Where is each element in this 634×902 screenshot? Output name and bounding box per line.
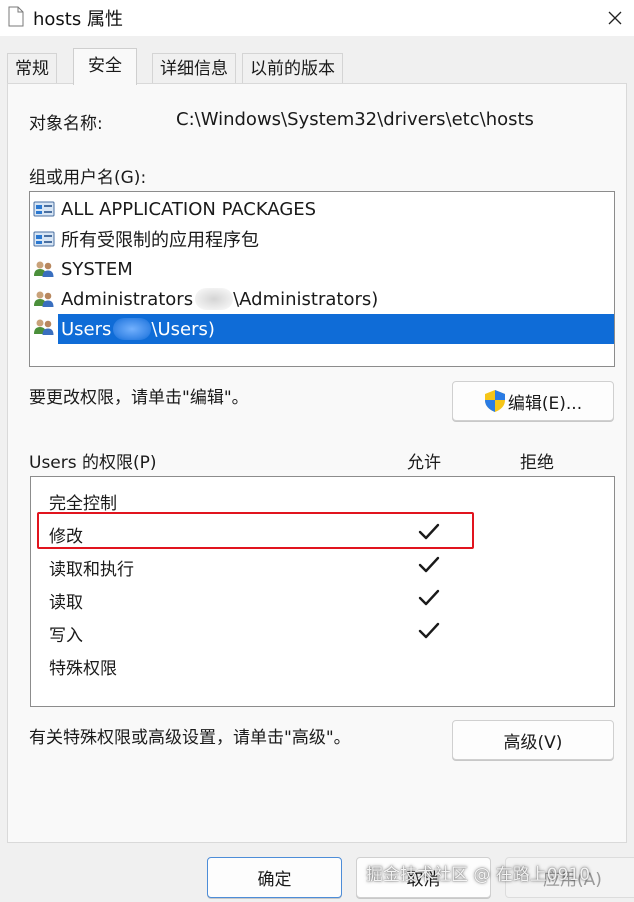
- group-name: ALL APPLICATION PACKAGES: [61, 198, 317, 220]
- permission-row: 写入: [31, 615, 614, 648]
- permission-name: 写入: [49, 626, 83, 646]
- allow-column-header: 允许: [407, 453, 441, 473]
- users-icon: [33, 318, 55, 341]
- window-title: hosts 属性: [33, 9, 123, 30]
- edit-button[interactable]: 编辑(E)...: [452, 381, 614, 421]
- redacted-machine-name: [195, 288, 234, 310]
- permission-name: 读取和执行: [49, 560, 134, 580]
- list-item[interactable]: ALL APPLICATION PACKAGES: [33, 194, 614, 224]
- allow-check-icon: [418, 556, 440, 573]
- permission-name: 特殊权限: [49, 659, 117, 679]
- users-icon: [33, 289, 57, 309]
- tab-details[interactable]: 详细信息: [152, 53, 236, 84]
- tab-strip: 常规 安全 详细信息 以前的版本: [0, 36, 634, 85]
- allow-check-icon: [418, 622, 440, 639]
- tab-security[interactable]: 安全: [73, 48, 137, 85]
- list-item[interactable]: Administrators \Administrators): [33, 284, 614, 314]
- selected-item-icon-cell: [33, 314, 60, 344]
- ok-button[interactable]: 确定: [207, 857, 342, 898]
- package-group-icon: [33, 229, 57, 249]
- advanced-hint: 有关特殊权限或高级设置，请单击"高级"。: [29, 728, 351, 748]
- ok-button-label: 确定: [257, 870, 292, 890]
- permissions-title: Users 的权限(P): [29, 453, 157, 473]
- advanced-button-label: 高级(V): [503, 732, 563, 753]
- uac-shield-icon: [484, 390, 505, 412]
- tab-previous-versions[interactable]: 以前的版本: [242, 53, 343, 84]
- permission-name: 修改: [49, 527, 83, 547]
- groups-listbox[interactable]: ALL APPLICATION PACKAGES 所有受限制的应用程序包 SYS…: [29, 191, 615, 367]
- permission-row: 特殊权限: [31, 648, 614, 681]
- edit-button-label: 编辑(E)...: [507, 393, 583, 414]
- permissions-list: 完全控制 修改 读取和执行 读取 写入 特殊权限: [30, 476, 615, 707]
- permission-row: 读取: [31, 582, 614, 615]
- redacted-machine-name: [113, 318, 152, 340]
- package-group-icon: [33, 199, 57, 219]
- allow-check-icon: [418, 589, 440, 606]
- group-name: 所有受限制的应用程序包: [61, 230, 259, 251]
- edit-hint: 要更改权限，请单击"编辑"。: [29, 388, 249, 408]
- advanced-button[interactable]: 高级(V): [452, 720, 614, 760]
- group-name-prefix: Administrators: [61, 288, 194, 310]
- groups-label: 组或用户名(G):: [29, 168, 147, 188]
- permission-name: 读取: [49, 593, 83, 613]
- group-name-suffix: \Users): [151, 318, 215, 340]
- group-name-prefix: Users: [61, 318, 112, 340]
- object-name-label: 对象名称:: [29, 114, 103, 134]
- list-item-selected[interactable]: Users \Users): [58, 314, 614, 344]
- group-name-suffix: \Administrators): [233, 288, 379, 310]
- permission-name: 完全控制: [49, 494, 117, 514]
- tab-general[interactable]: 常规: [7, 53, 57, 84]
- deny-column-header: 拒绝: [520, 453, 554, 473]
- list-item[interactable]: 所有受限制的应用程序包: [33, 224, 614, 254]
- users-icon: [33, 259, 57, 279]
- title-bar: hosts 属性: [0, 0, 634, 36]
- permission-row: 读取和执行: [31, 549, 614, 582]
- group-name: SYSTEM: [61, 258, 133, 280]
- permission-row: 修改: [31, 516, 614, 549]
- watermark: 掘金技术社区 @ 在路上0910: [366, 865, 591, 885]
- object-name-value: C:\Windows\System32\drivers\etc\hosts: [176, 109, 534, 130]
- permission-row: 完全控制: [31, 483, 614, 516]
- list-item[interactable]: SYSTEM: [33, 254, 614, 284]
- allow-check-icon: [418, 523, 440, 540]
- file-icon: [8, 6, 24, 27]
- close-button[interactable]: [596, 0, 634, 36]
- close-icon: [608, 11, 622, 25]
